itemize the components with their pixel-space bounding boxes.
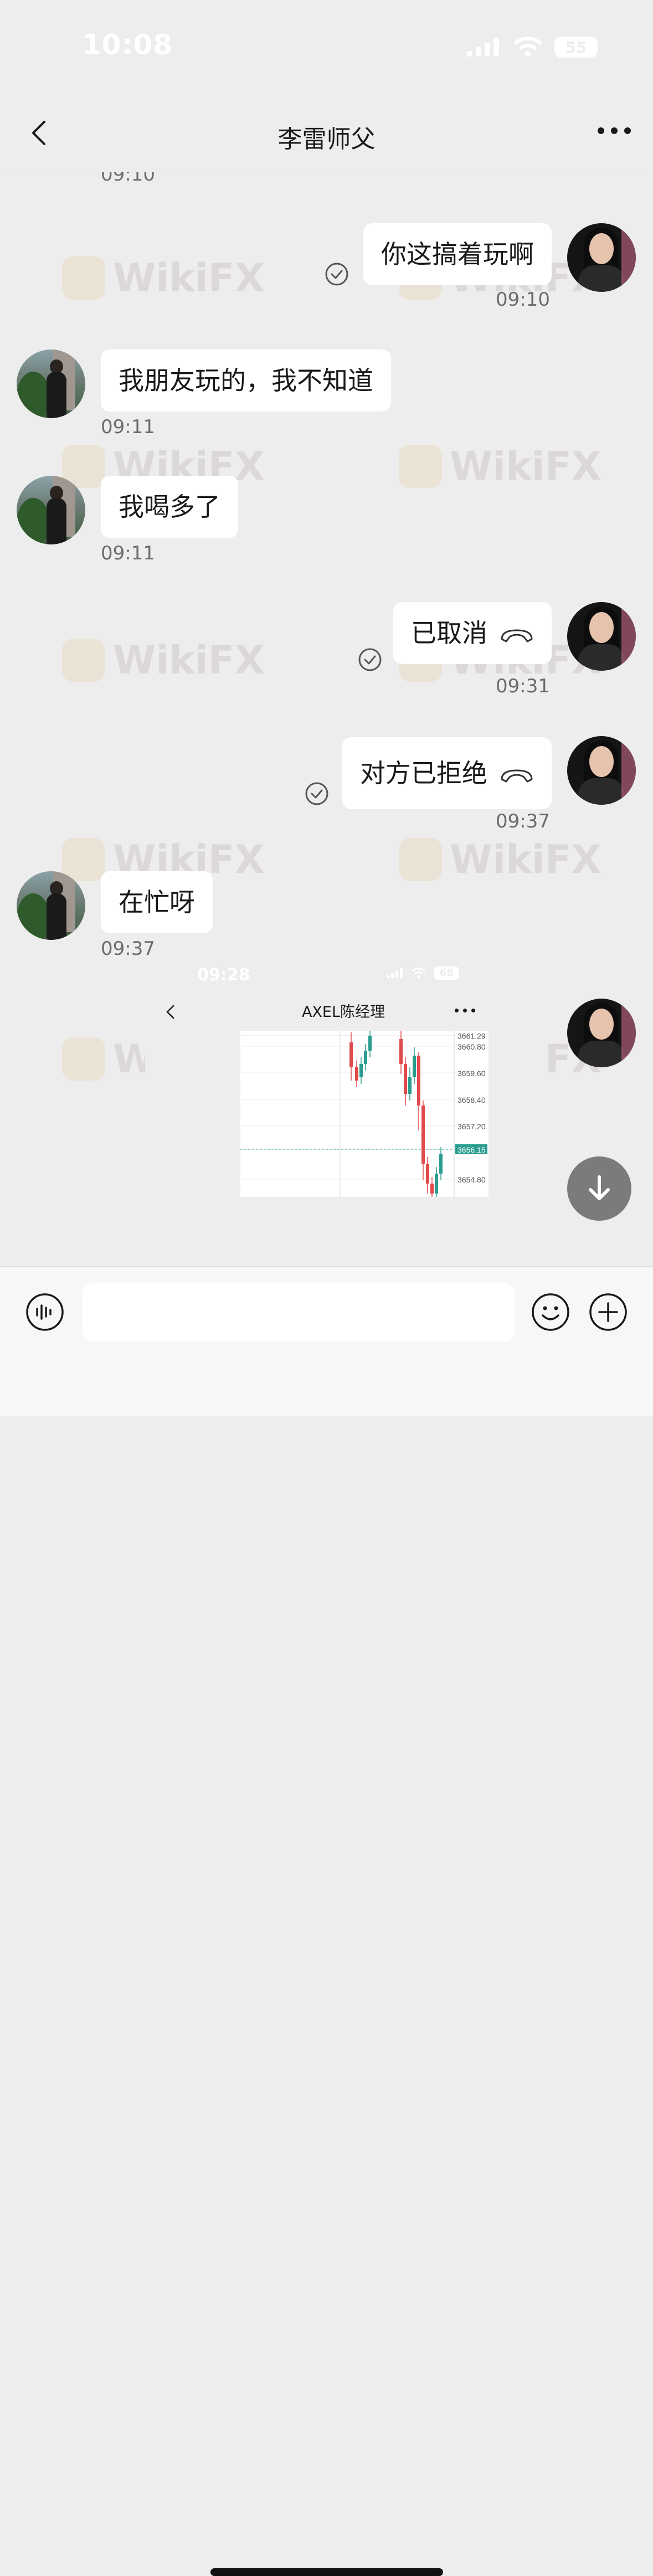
message-bubble-in[interactable]: 我喝多了 bbox=[101, 476, 238, 538]
candle-body bbox=[359, 1064, 363, 1077]
candle-body bbox=[413, 1056, 416, 1077]
y-tick-label: 3654.80 bbox=[457, 1175, 486, 1184]
message-bubble-out[interactable]: 你这搞着玩啊 bbox=[363, 223, 552, 285]
message-bubble-in[interactable]: 我朋友玩的，我不知道 bbox=[101, 349, 391, 412]
plus-circle-icon[interactable] bbox=[588, 1292, 628, 1332]
chat-list[interactable]: WikiFX WikiFX WikiFX WikiFX WikiFX WikiF… bbox=[0, 172, 653, 1266]
candle-body bbox=[439, 1154, 443, 1174]
status-bar: 10:08 55 bbox=[0, 0, 653, 94]
status-time: 10:08 bbox=[82, 29, 173, 61]
smiley-icon[interactable] bbox=[531, 1292, 570, 1332]
ellipsis-icon bbox=[455, 1009, 475, 1012]
scroll-down-button[interactable] bbox=[567, 1156, 631, 1221]
wifi-icon bbox=[514, 37, 542, 56]
candle-body bbox=[426, 1164, 429, 1184]
screenshot-status-time: 09:28 bbox=[197, 965, 250, 985]
contact-avatar[interactable] bbox=[17, 349, 85, 418]
message-text: 我喝多了 bbox=[119, 492, 220, 522]
ellipsis-icon[interactable] bbox=[598, 127, 631, 134]
message-time: 09:10 bbox=[496, 289, 550, 311]
candlestick-chart: 3661.29 3660.80 3659.60 3658.40 3657.20 3656.… bbox=[240, 1031, 489, 1197]
message-time: 09:11 bbox=[101, 416, 155, 438]
battery-icon: 55 bbox=[554, 37, 598, 58]
candle-body bbox=[421, 1106, 425, 1164]
my-avatar[interactable] bbox=[567, 223, 636, 292]
y-tick-label: 3656.15 bbox=[457, 1145, 486, 1154]
check-circle-icon bbox=[358, 648, 382, 671]
candle-body bbox=[399, 1039, 403, 1064]
watermark: WikiFX bbox=[399, 444, 601, 489]
candle-body bbox=[435, 1174, 438, 1194]
arrow-down-icon bbox=[589, 1175, 610, 1200]
nav-bar: 李雷师父 bbox=[0, 94, 653, 172]
message-time: 09:37 bbox=[496, 810, 550, 832]
candle-body bbox=[417, 1056, 420, 1106]
y-tick-label: 3658.40 bbox=[457, 1096, 486, 1104]
phone-hangup-icon bbox=[501, 769, 533, 782]
status-icons: 55 bbox=[467, 37, 598, 58]
y-tick-label: 3661.29 bbox=[457, 1031, 486, 1040]
screenshot-title: AXEL陈经理 bbox=[301, 1004, 385, 1021]
my-avatar[interactable] bbox=[567, 999, 636, 1067]
candle-body bbox=[430, 1184, 434, 1194]
message-time: 09:11 bbox=[101, 542, 155, 564]
candle-body bbox=[404, 1064, 407, 1094]
y-tick-label: 3660.80 bbox=[457, 1042, 486, 1051]
candle-body bbox=[355, 1067, 358, 1081]
battery-icon: 68 bbox=[434, 966, 459, 980]
check-circle-icon bbox=[305, 782, 328, 805]
contact-avatar[interactable] bbox=[17, 871, 85, 940]
screenshot-status-icons: 68 bbox=[387, 966, 459, 980]
candle-body bbox=[368, 1036, 372, 1051]
message-text: 你这搞着玩啊 bbox=[381, 239, 534, 269]
y-tick-label: 3657.20 bbox=[457, 1122, 486, 1131]
call-bubble-out[interactable]: 对方已拒绝 bbox=[342, 737, 552, 809]
input-bar bbox=[0, 1266, 653, 2576]
message-text: 已取消 bbox=[411, 618, 487, 648]
signal-icon bbox=[387, 968, 403, 978]
watermark: WikiFX bbox=[62, 637, 265, 683]
wifi-icon bbox=[412, 968, 426, 978]
page-title: 李雷师父 bbox=[277, 125, 376, 153]
y-tick-label: 3659.60 bbox=[457, 1069, 486, 1078]
message-text: 我朋友玩的，我不知道 bbox=[119, 366, 373, 395]
check-circle-icon bbox=[325, 263, 348, 286]
message-time: 09:37 bbox=[101, 938, 155, 960]
signal-icon bbox=[467, 38, 499, 56]
watermark: WikiFX bbox=[399, 837, 601, 882]
contact-avatar[interactable] bbox=[17, 476, 85, 544]
my-avatar[interactable] bbox=[567, 602, 636, 671]
message-time: 09:10 bbox=[101, 172, 155, 186]
message-text: 在忙呀 bbox=[119, 887, 195, 917]
call-bubble-out[interactable]: 已取消 bbox=[393, 602, 552, 664]
message-text: 对方已拒绝 bbox=[360, 758, 487, 788]
voice-wave-icon[interactable] bbox=[25, 1292, 65, 1332]
candle-body bbox=[349, 1042, 353, 1067]
candle-body bbox=[364, 1051, 367, 1064]
home-indicator bbox=[210, 2568, 443, 2576]
watermark: WikiFX bbox=[62, 255, 265, 301]
message-bubble-in[interactable]: 在忙呀 bbox=[101, 871, 213, 933]
image-message[interactable]: 09:28 68 AXEL陈经理 3661.29 3660.80 3659.60 36… bbox=[145, 965, 542, 1266]
message-time: 09:31 bbox=[496, 675, 550, 697]
message-input[interactable] bbox=[82, 1283, 515, 1342]
my-avatar[interactable] bbox=[567, 736, 636, 805]
candle-body bbox=[408, 1077, 412, 1094]
phone-hangup-icon bbox=[501, 629, 533, 642]
